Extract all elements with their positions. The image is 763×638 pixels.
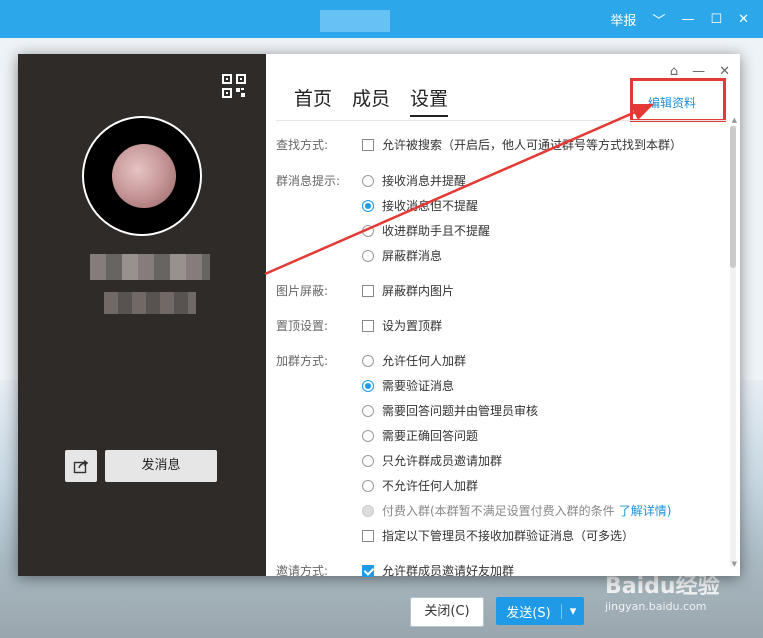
report-link[interactable]: 举报 (610, 10, 636, 29)
qr-code-icon[interactable] (222, 74, 246, 98)
join-option[interactable]: 需要验证消息 (362, 377, 454, 394)
close-icon[interactable]: ✕ (738, 12, 749, 27)
divider (276, 120, 728, 121)
pin-label: 置顶设置: (276, 319, 329, 333)
moon-image (112, 144, 176, 208)
radio[interactable] (362, 429, 374, 442)
notify-option[interactable]: 收进群助手且不提醒 (362, 222, 490, 239)
option-label: 接收消息但不提醒 (382, 199, 479, 213)
option-label: 指定以下管理员不接收加群验证消息（可多选） (382, 529, 635, 543)
radio[interactable] (362, 354, 374, 367)
checkbox[interactable] (362, 284, 374, 297)
notify-option[interactable]: 屏蔽群消息 (362, 247, 442, 264)
option-label: 允许被搜索（开启后，他人可通过群号等方式找到本群） (382, 138, 683, 152)
pin-icon[interactable]: ⌂ (670, 64, 678, 79)
option-label: 需要正确回答问题 (382, 429, 479, 443)
option-label: 设为置顶群 (382, 319, 443, 333)
option-label: 屏蔽群内图片 (382, 284, 455, 298)
checkbox[interactable] (362, 319, 374, 332)
tab-settings[interactable]: 设置 (410, 84, 449, 117)
send-message-button[interactable]: 发消息 (105, 450, 217, 482)
option-label: 屏蔽群消息 (382, 249, 443, 263)
radio[interactable] (362, 379, 374, 392)
close-icon[interactable]: ✕ (719, 64, 730, 79)
settings-panel: ⌂ — ✕ 首页 成员 设置 编辑资料 查找方式: 允许被搜索（开启后，他人可通… (266, 54, 740, 579)
option-label: 需要验证消息 (382, 379, 455, 393)
scroll-down-icon[interactable]: ▼ (732, 560, 737, 568)
notify-label: 群消息提示: (276, 174, 341, 188)
notify-setting: 群消息提示: (276, 172, 362, 189)
radio[interactable] (362, 199, 374, 212)
watermark-url: jingyan.baidu.com (605, 600, 707, 613)
allow-search-checkbox[interactable]: 允许被搜索（开启后，他人可通过群号等方式找到本群） (362, 136, 682, 153)
background-title-blur (320, 10, 390, 32)
allow-invite-checkbox[interactable]: 允许群成员邀请好友加群 (362, 562, 514, 579)
option-label: 接收消息并提醒 (382, 174, 467, 188)
group-id-blurred (104, 292, 196, 314)
chevron-down-icon[interactable]: ﹀ (652, 10, 665, 29)
tab-home[interactable]: 首页 (294, 84, 332, 117)
join-option[interactable]: 允许任何人加群 (362, 352, 466, 369)
checkbox[interactable] (362, 138, 374, 151)
radio[interactable] (362, 249, 374, 262)
tab-members[interactable]: 成员 (352, 84, 390, 117)
share-icon (73, 459, 89, 474)
group-profile-dialog: 发消息 ⌂ — ✕ 首页 成员 设置 编辑资料 查找方式: 允许被搜索（开启后，… (18, 54, 740, 579)
group-name-blurred (90, 254, 210, 280)
admin-no-verify-checkbox[interactable]: 指定以下管理员不接收加群验证消息（可多选） (362, 527, 634, 544)
search-label: 查找方式: (276, 138, 329, 152)
close-chat-button[interactable]: 关闭(C) (410, 597, 484, 627)
share-button[interactable] (65, 450, 97, 482)
option-label: 不允许任何人加群 (382, 479, 479, 493)
chevron-down-icon[interactable]: ▾ (561, 603, 584, 619)
radio[interactable] (362, 224, 374, 237)
join-setting: 加群方式: (276, 352, 362, 369)
join-label: 加群方式: (276, 354, 329, 368)
pin-top-checkbox[interactable]: 设为置顶群 (362, 317, 442, 334)
notify-option[interactable]: 接收消息但不提醒 (362, 197, 478, 214)
tab-bar: 首页 成员 设置 (294, 84, 449, 117)
scrollbar-thumb[interactable] (730, 126, 736, 268)
group-avatar[interactable] (82, 116, 202, 236)
maximize-icon[interactable]: ☐ (710, 12, 722, 27)
join-option[interactable]: 只允许群成员邀请加群 (362, 452, 502, 469)
minimize-icon[interactable]: — (681, 12, 694, 27)
radio[interactable] (362, 479, 374, 492)
edit-profile-link[interactable]: 编辑资料 (648, 94, 696, 111)
checkbox[interactable] (362, 529, 374, 542)
join-option[interactable]: 需要正确回答问题 (362, 427, 478, 444)
option-label: 允许任何人加群 (382, 354, 467, 368)
checkbox-checked[interactable] (362, 564, 374, 577)
radio-disabled (362, 504, 374, 517)
send-button-label: 发送(S) (506, 605, 551, 621)
radio[interactable] (362, 174, 374, 187)
image-block-setting: 图片屏蔽: (276, 282, 362, 299)
send-button[interactable]: 发送(S) ▾ (496, 597, 584, 625)
scroll-up-icon[interactable]: ▲ (732, 116, 737, 124)
join-option[interactable]: 不允许任何人加群 (362, 477, 478, 494)
image-block-label: 图片屏蔽: (276, 284, 329, 298)
paid-join-option: 付费入群(本群暂不满足设置付费入群的条件 了解详情) (362, 502, 671, 519)
radio[interactable] (362, 404, 374, 417)
join-option[interactable]: 需要回答问题并由管理员审核 (362, 402, 538, 419)
notify-option[interactable]: 接收消息并提醒 (362, 172, 466, 189)
invite-setting: 邀请方式: (276, 562, 362, 579)
option-label: 只允许群成员邀请加群 (382, 454, 503, 468)
search-setting: 查找方式: (276, 136, 362, 153)
option-label: 允许群成员邀请好友加群 (382, 564, 515, 578)
option-label: 付费入群(本群暂不满足设置付费入群的条件 (382, 504, 615, 518)
dialog-window-controls: ⌂ — ✕ (670, 64, 730, 79)
pin-setting: 置顶设置: (276, 317, 362, 334)
option-label: 收进群助手且不提醒 (382, 224, 491, 238)
learn-more-link[interactable]: 了解详情) (619, 502, 672, 519)
profile-panel: 发消息 (18, 54, 266, 576)
background-window-controls: 举报 ﹀ — ☐ ✕ (610, 0, 763, 38)
option-label: 需要回答问题并由管理员审核 (382, 404, 539, 418)
invite-label: 邀请方式: (276, 564, 329, 578)
watermark: Baidu经验 jingyan.baidu.com (605, 568, 735, 632)
radio[interactable] (362, 454, 374, 467)
block-images-checkbox[interactable]: 屏蔽群内图片 (362, 282, 454, 299)
minimize-icon[interactable]: — (692, 64, 705, 79)
